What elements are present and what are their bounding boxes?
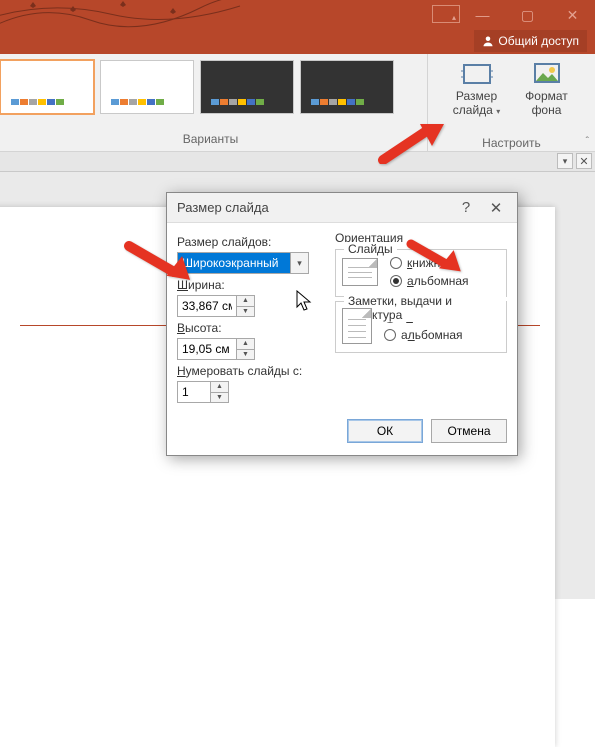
share-icon	[482, 35, 494, 47]
variant-thumb-1[interactable]	[0, 60, 94, 114]
size-for-combo[interactable]: Широкоэкранный ▾	[177, 252, 309, 274]
number-from-label: Нумеровать слайды с:	[177, 364, 325, 378]
width-label: Ширина:	[177, 278, 325, 292]
page-portrait-icon	[342, 308, 372, 344]
spin-down-icon[interactable]: ▼	[237, 307, 254, 317]
variant-thumb-4[interactable]	[300, 60, 394, 114]
spin-up-icon[interactable]: ▲	[237, 296, 254, 307]
height-label: Высота:	[177, 321, 325, 335]
slides-orientation-group: Слайды книжная альбомная	[335, 249, 507, 297]
dialog-close-button[interactable]: ✕	[481, 193, 511, 223]
minimize-button[interactable]: —	[460, 0, 505, 30]
dialog-titlebar[interactable]: Размер слайда ? ✕	[167, 193, 517, 223]
format-background-icon	[530, 60, 564, 88]
variant-thumb-3[interactable]	[200, 60, 294, 114]
notes-orientation-group: Заметки, выдачи и структура книжная альб…	[335, 301, 507, 353]
collapse-ribbon-icon[interactable]: ˆ	[586, 136, 589, 147]
document-tab-strip: ▾ ✕	[0, 152, 595, 172]
configure-group: Размер слайда ▾ Формат фона Настроить ˆ	[427, 54, 595, 151]
variants-group: Варианты	[0, 54, 427, 151]
format-background-label: Формат фона	[515, 90, 579, 118]
slides-legend: Слайды	[344, 242, 397, 256]
spin-up-icon[interactable]: ▲	[211, 382, 228, 393]
variant-thumb-2[interactable]	[100, 60, 194, 114]
width-spinner[interactable]: ▲▼	[177, 295, 255, 317]
ribbon: Варианты Размер слайда ▾ Формат фона Нас…	[0, 54, 595, 152]
height-input[interactable]	[178, 339, 236, 359]
share-button[interactable]: Общий доступ	[474, 30, 587, 52]
height-spinner[interactable]: ▲▼	[177, 338, 255, 360]
spin-down-icon[interactable]: ▼	[237, 350, 254, 360]
width-input[interactable]	[178, 296, 236, 316]
window-controls: — ▢ ✕	[460, 0, 595, 30]
dialog-title: Размер слайда	[177, 200, 269, 215]
size-for-value: Широкоэкранный	[178, 253, 290, 273]
slides-portrait-radio[interactable]: книжная	[390, 256, 469, 270]
share-bar: Общий доступ	[0, 30, 595, 54]
ok-button[interactable]: ОК	[347, 419, 423, 443]
format-background-button[interactable]: Формат фона	[515, 60, 579, 118]
size-for-label: Размер слайдов:	[177, 235, 325, 249]
cancel-button[interactable]: Отмена	[431, 419, 507, 443]
variant-thumbnails	[0, 60, 421, 114]
tab-dropdown-button[interactable]: ▾	[557, 153, 573, 169]
slide-size-label: Размер слайда	[453, 89, 497, 117]
variants-group-label: Варианты	[0, 132, 421, 146]
slide-size-dialog: Размер слайда ? ✕ Размер слайдов: Широко…	[166, 192, 518, 456]
maximize-button[interactable]: ▢	[505, 0, 550, 30]
titlebar-decoration	[0, 0, 250, 30]
title-bar: — ▢ ✕	[0, 0, 595, 30]
spin-down-icon[interactable]: ▼	[211, 393, 228, 403]
notes-landscape-radio[interactable]: альбомная	[384, 328, 463, 342]
close-button[interactable]: ✕	[550, 0, 595, 30]
tab-close-button[interactable]: ✕	[576, 153, 592, 169]
slide-size-button[interactable]: Размер слайда ▾	[445, 60, 509, 118]
configure-group-label: Настроить	[428, 136, 595, 150]
chevron-down-icon[interactable]: ▾	[290, 253, 308, 273]
spin-up-icon[interactable]: ▲	[237, 339, 254, 350]
slide-size-icon	[460, 60, 494, 88]
ribbon-display-options-icon[interactable]	[432, 5, 460, 23]
share-label: Общий доступ	[498, 34, 579, 48]
page-landscape-icon	[342, 258, 378, 286]
number-from-input[interactable]	[178, 382, 210, 402]
slides-landscape-radio[interactable]: альбомная	[390, 274, 469, 288]
dialog-help-button[interactable]: ?	[451, 193, 481, 223]
number-from-spinner[interactable]: ▲▼	[177, 381, 229, 403]
